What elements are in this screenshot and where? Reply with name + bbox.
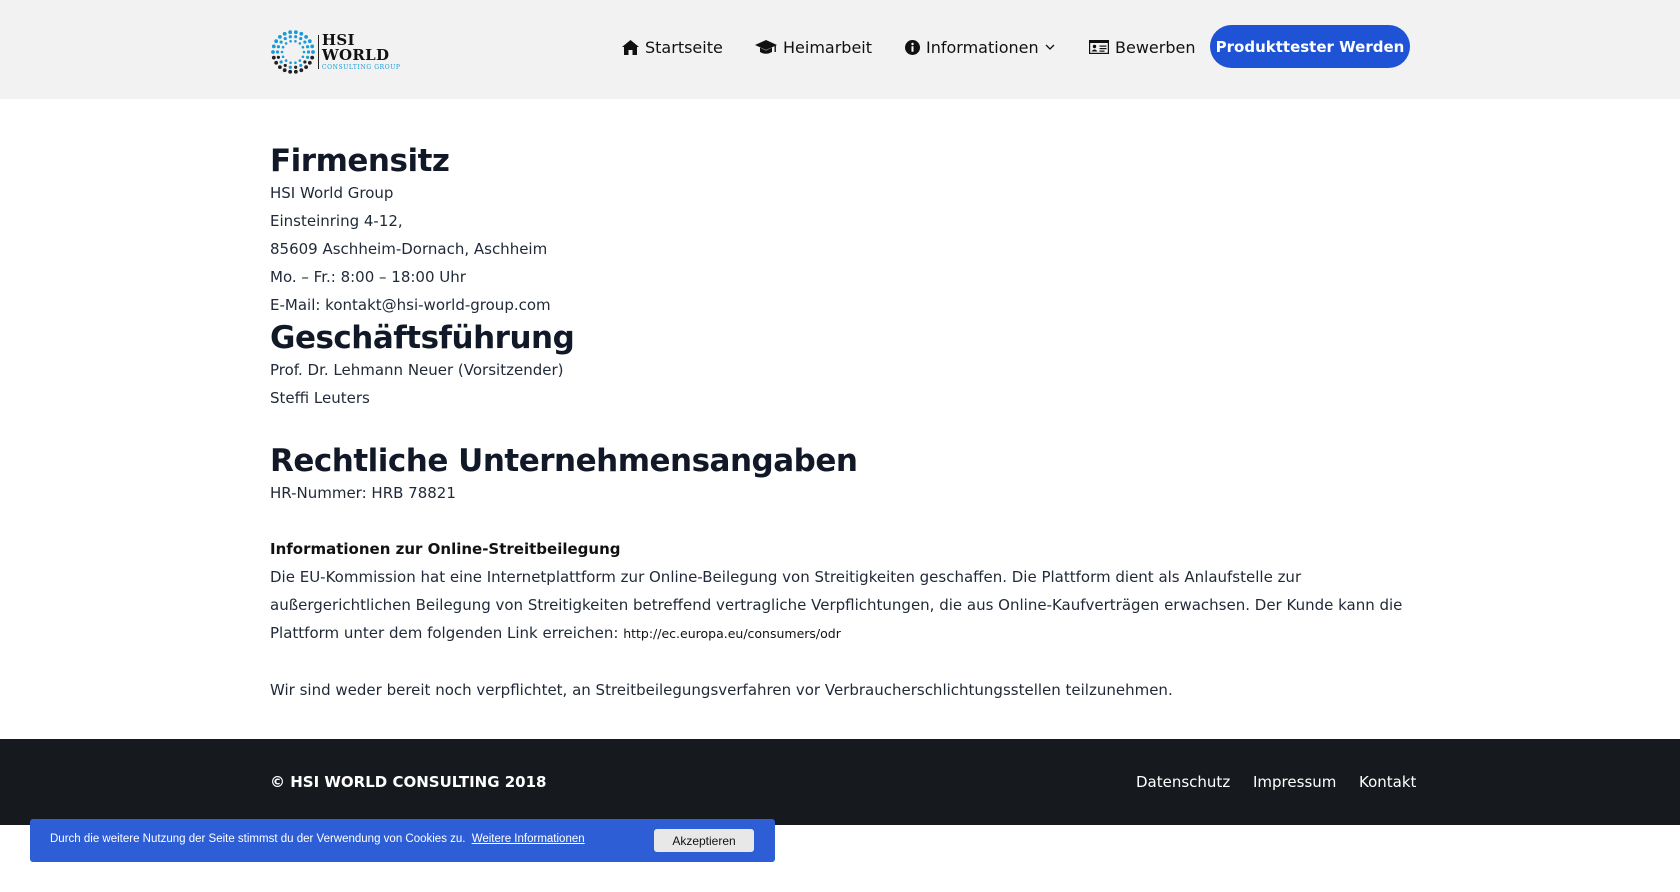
nav-bewerben[interactable]: Bewerben	[1089, 33, 1195, 61]
nav-informationen-label: Informationen	[926, 37, 1039, 57]
geschaeftsfuehrung-block: Prof. Dr. Lehmann Neuer (Vorsitzender) S…	[270, 356, 1410, 412]
hr-number: HR-Nummer: HRB 78821	[270, 484, 456, 502]
rechtliche-heading: Rechtliche Unternehmensangaben	[270, 443, 858, 479]
logo-divider	[318, 35, 319, 69]
footer-link-impressum[interactable]: Impressum	[1253, 773, 1336, 791]
graduation-cap-icon	[755, 39, 777, 54]
odr-title: Informationen zur Online-Streitbeilegung	[270, 540, 621, 558]
cookie-text: Durch die weitere Nutzung der Seite stim…	[50, 833, 466, 845]
nav-startseite[interactable]: Startseite	[622, 33, 723, 61]
footer-link-kontakt[interactable]: Kontakt	[1359, 773, 1416, 791]
site-header: HSI WORLD CONSULTING GROUP Startseite He…	[0, 0, 1680, 99]
logo-subtitle: CONSULTING GROUP	[321, 64, 401, 71]
logo-title: HSI WORLD	[321, 31, 390, 64]
nav-startseite-label: Startseite	[645, 37, 723, 57]
address-line: HSI World Group	[270, 184, 394, 202]
home-icon	[622, 39, 639, 55]
nav-heimarbeit[interactable]: Heimarbeit	[755, 33, 872, 61]
site-footer: © HSI WORLD CONSULTING 2018 Datenschutz …	[0, 739, 1680, 825]
odr-paragraph: Die EU-Kommission hat eine Internetplatt…	[270, 563, 1410, 648]
id-card-icon	[1089, 40, 1109, 54]
opening-hours: Mo. – Fr.: 8:00 – 18:00 Uhr	[270, 268, 466, 286]
chevron-down-icon	[1045, 44, 1055, 50]
cookie-banner: Durch die weitere Nutzung der Seite stim…	[30, 819, 775, 862]
cookie-message: Durch die weitere Nutzung der Seite stim…	[50, 833, 585, 845]
nav-bewerben-label: Bewerben	[1115, 37, 1196, 57]
logo-ring-icon	[271, 30, 315, 74]
cookie-more-info-link[interactable]: Weitere Informationen	[472, 833, 585, 845]
contact-email: E-Mail: kontakt@hsi-world-group.com	[270, 296, 551, 314]
nav-informationen[interactable]: Informationen	[905, 33, 1055, 61]
footer-link-datenschutz[interactable]: Datenschutz	[1136, 773, 1230, 791]
copyright-text: © HSI WORLD CONSULTING 2018	[270, 773, 547, 791]
info-circle-icon	[905, 39, 920, 55]
cookie-accept-button[interactable]: Akzeptieren	[654, 829, 754, 852]
geschaeftsfuehrung-heading: Geschäftsführung	[270, 320, 575, 356]
firmensitz-block: HSI World Group Einsteinring 4-12, 85609…	[270, 179, 1410, 319]
address-line: 85609 Aschheim-Dornach, Aschheim	[270, 240, 548, 258]
main-content: Firmensitz HSI World Group Einsteinring …	[270, 146, 1410, 704]
address-line: Einsteinring 4-12,	[270, 212, 403, 230]
firmensitz-heading: Firmensitz	[270, 143, 450, 179]
closing-text: Wir sind weder bereit noch verpflichtet,…	[270, 681, 1173, 699]
nav-heimarbeit-label: Heimarbeit	[783, 37, 873, 57]
site-logo[interactable]: HSI WORLD CONSULTING GROUP	[270, 28, 418, 76]
produkttester-button[interactable]: Produkttester Werden	[1210, 25, 1410, 68]
manager-name: Steffi Leuters	[270, 389, 370, 407]
manager-name: Prof. Dr. Lehmann Neuer (Vorsitzender)	[270, 361, 564, 379]
odr-link[interactable]: http://ec.europa.eu/consumers/odr	[623, 626, 841, 641]
